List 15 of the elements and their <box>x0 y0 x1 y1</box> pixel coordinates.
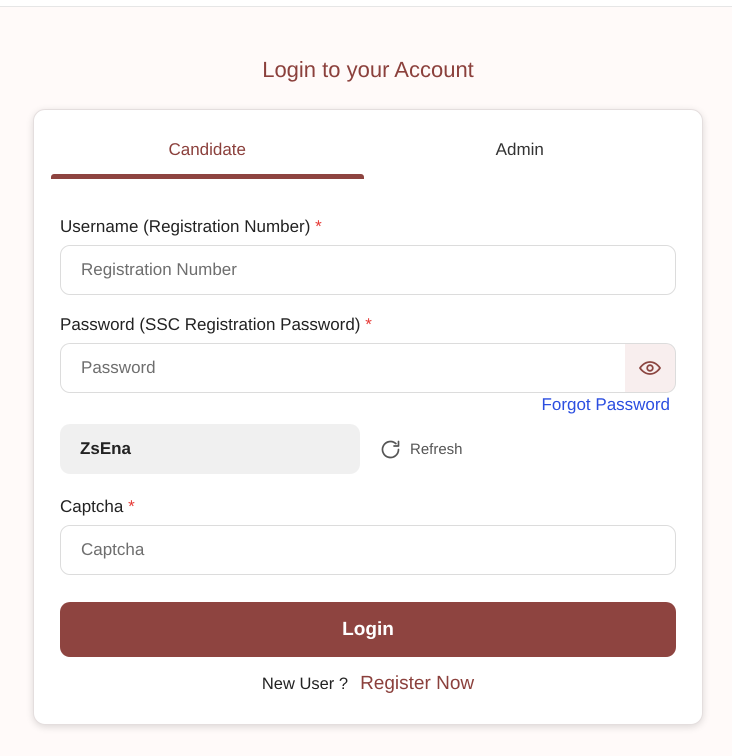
field-label: Username (Registration Number) * <box>60 217 323 237</box>
captcha-code: ZsEna <box>60 424 360 474</box>
tab[interactable]: Admin <box>364 129 676 179</box>
login-button[interactable]: Login <box>60 602 676 657</box>
field-label: Captcha * <box>60 497 136 517</box>
field-label: Password (SSC Registration Password) * <box>60 315 373 335</box>
input-field[interactable]: Registration Number <box>60 245 676 295</box>
page-title: Login to your Account <box>261 56 475 83</box>
refresh-button[interactable]: Refresh <box>381 440 463 458</box>
tab[interactable]: Candidate <box>51 129 364 179</box>
refresh-icon <box>381 440 400 458</box>
new-user-text: New User ? <box>262 674 348 695</box>
register-now-link[interactable]: Register Now <box>360 672 474 696</box>
forgot-password-link[interactable]: Forgot Password <box>542 395 670 414</box>
input-field[interactable]: Captcha <box>60 525 676 575</box>
